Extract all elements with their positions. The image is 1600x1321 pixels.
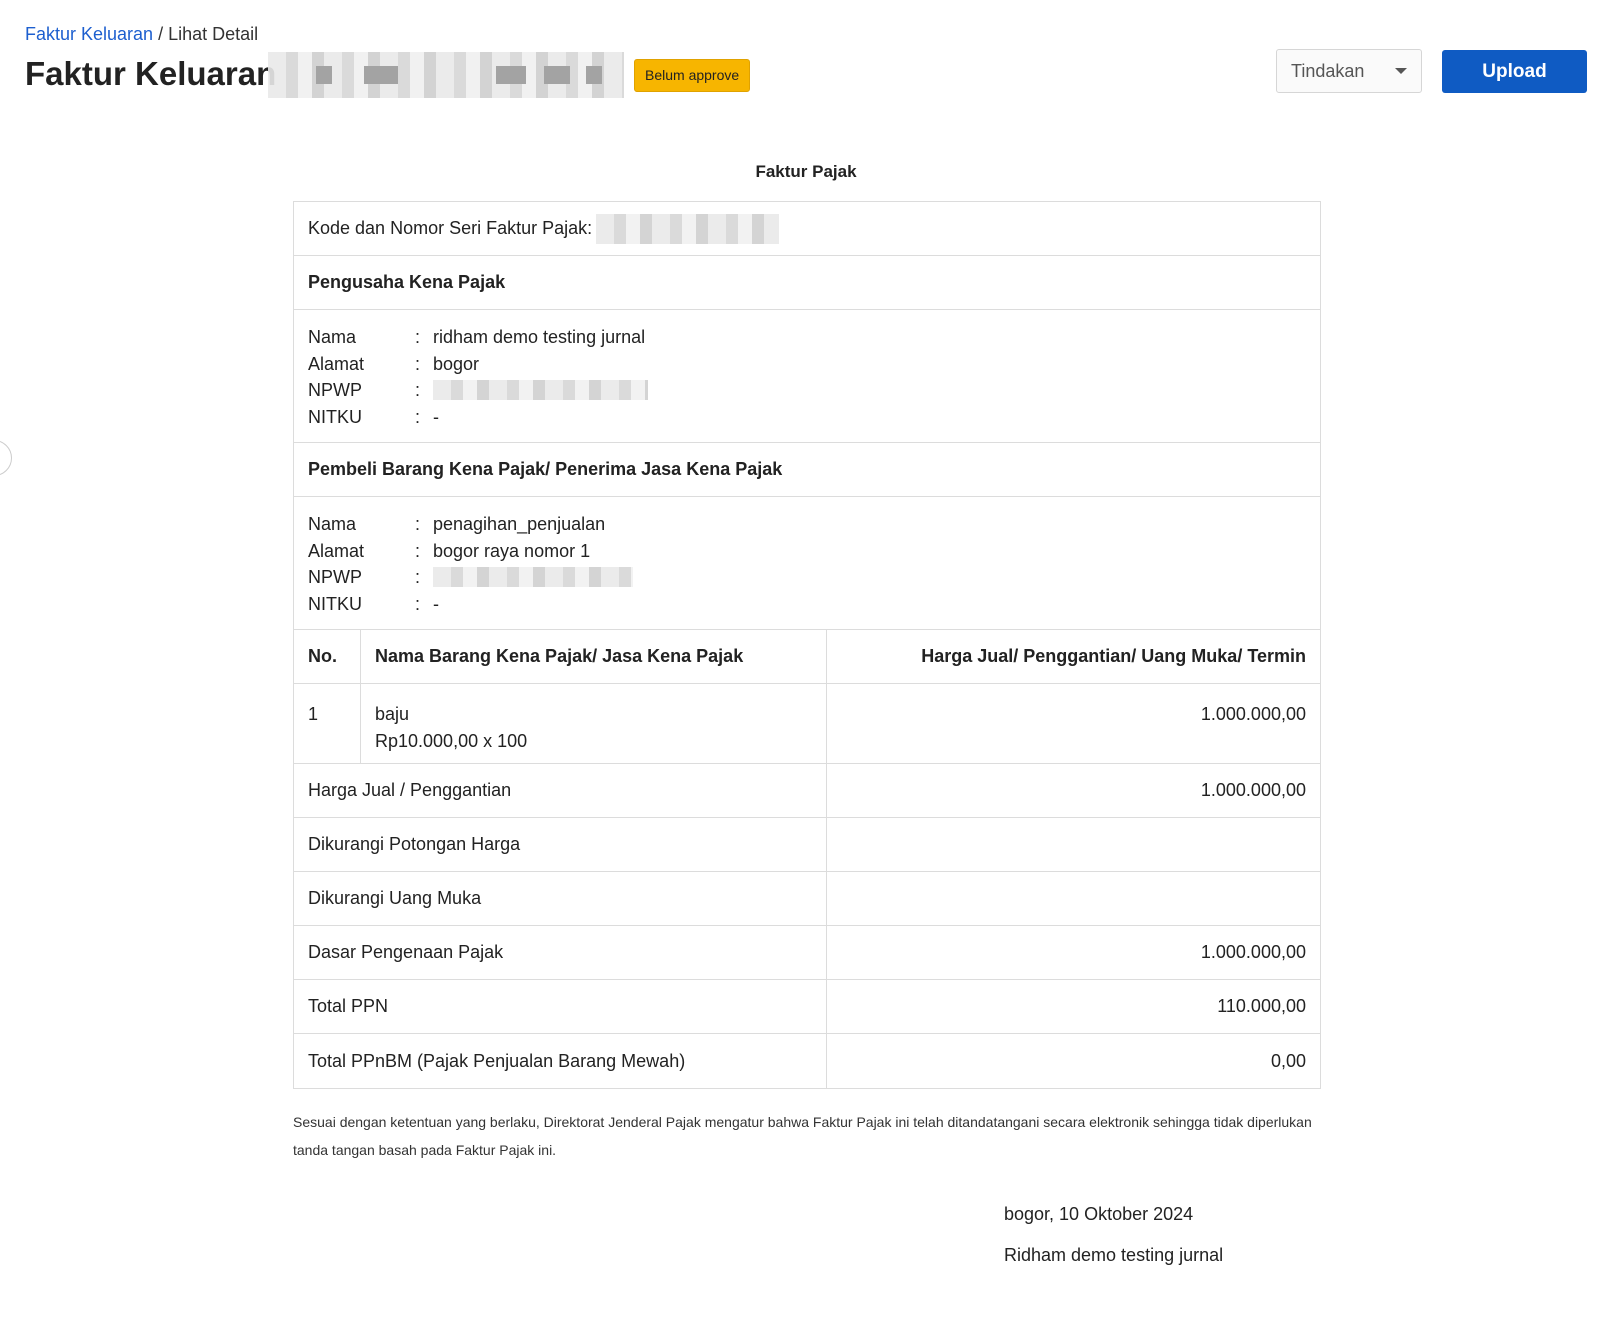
item-no: 1 xyxy=(294,684,361,764)
breadcrumb: Faktur Keluaran / Lihat Detail xyxy=(25,24,258,45)
status-badge: Belum approve xyxy=(634,59,751,92)
column-header-no: No. xyxy=(294,630,361,684)
field-label: Nama xyxy=(308,327,357,347)
summary-label: Dasar Pengenaan Pajak xyxy=(294,926,827,980)
field-label: Alamat xyxy=(308,540,365,561)
seller-npwp-line: NPWP: xyxy=(308,377,1306,404)
upload-button[interactable]: Upload xyxy=(1442,50,1587,93)
page-title: Faktur Keluaran xyxy=(25,55,277,92)
electronic-signature-note: Sesuai dengan ketentuan yang berlaku, Di… xyxy=(293,1114,1312,1158)
breadcrumb-current: Lihat Detail xyxy=(168,24,259,44)
seller-address: bogor xyxy=(433,353,480,374)
field-label: Alamat xyxy=(308,353,365,374)
buyer-details: Nama: penagihan_penjualan Alamat: bogor … xyxy=(294,497,1320,630)
invoice-code-label: Kode dan Nomor Seri Faktur Pajak: xyxy=(308,218,593,238)
signer-name: Ridham demo testing jurnal xyxy=(1004,1245,1224,1265)
seller-nitku: - xyxy=(433,406,439,427)
summary-value: 110.000,00 xyxy=(827,980,1320,1034)
breadcrumb-separator: / xyxy=(158,24,164,44)
summary-label: Dikurangi Potongan Harga xyxy=(294,818,827,872)
field-label: NPWP xyxy=(308,567,362,587)
redacted-buyer-npwp xyxy=(433,567,633,587)
seller-nitku-line: NITKU: - xyxy=(308,404,1306,431)
buyer-nitku-line: NITKU: - xyxy=(308,591,1306,618)
seller-name-line: Nama: ridham demo testing jurnal xyxy=(308,324,1306,351)
buyer-address: bogor raya nomor 1 xyxy=(433,540,591,561)
place-date: bogor, 10 Oktober 2024 xyxy=(1004,1204,1194,1224)
summary-value: 1.000.000,00 xyxy=(827,926,1320,980)
breadcrumb-link-faktur-keluaran[interactable]: Faktur Keluaran xyxy=(25,24,153,44)
buyer-nitku: - xyxy=(433,593,439,614)
summary-table: Harga Jual / Penggantian 1.000.000,00 Di… xyxy=(294,764,1320,1088)
item-detail: Rp10.000,00 x 100 xyxy=(375,730,528,751)
summary-value xyxy=(827,872,1320,926)
sidebar-toggle-handle[interactable] xyxy=(0,440,12,476)
item-amount: 1.000.000,00 xyxy=(827,684,1320,764)
redacted-invoice-number xyxy=(268,52,624,98)
buyer-heading: Pembeli Barang Kena Pajak/ Penerima Jasa… xyxy=(294,443,1320,497)
buyer-name-line: Nama: penagihan_penjualan xyxy=(308,511,1306,538)
tax-invoice-document: Kode dan Nomor Seri Faktur Pajak: Pengus… xyxy=(293,201,1321,1089)
actions-dropdown-label: Tindakan xyxy=(1291,60,1365,81)
item-description: baju Rp10.000,00 x 100 xyxy=(361,684,827,764)
actions-dropdown[interactable]: Tindakan xyxy=(1276,49,1422,93)
seller-details: Nama: ridham demo testing jurnal Alamat:… xyxy=(294,310,1320,443)
field-label: NPWP xyxy=(308,380,362,400)
column-header-item-name: Nama Barang Kena Pajak/ Jasa Kena Pajak xyxy=(361,630,827,684)
item-name: baju xyxy=(375,704,410,724)
field-label: NITKU xyxy=(308,593,362,614)
document-title: Faktur Pajak xyxy=(755,162,857,181)
column-header-price: Harga Jual/ Penggantian/ Uang Muka/ Term… xyxy=(827,630,1320,684)
summary-label: Total PPN xyxy=(294,980,827,1034)
buyer-name: penagihan_penjualan xyxy=(433,514,606,534)
field-label: NITKU xyxy=(308,406,362,427)
summary-label: Total PPnBM (Pajak Penjualan Barang Mewa… xyxy=(294,1034,827,1088)
items-table: No. Nama Barang Kena Pajak/ Jasa Kena Pa… xyxy=(294,630,1320,764)
summary-label: Harga Jual / Penggantian xyxy=(294,764,827,818)
summary-value: 0,00 xyxy=(1270,1050,1306,1071)
redacted-seller-npwp xyxy=(433,380,648,400)
summary-value: 1.000.000,00 xyxy=(827,764,1320,818)
caret-down-icon xyxy=(1395,68,1407,74)
buyer-npwp-line: NPWP: xyxy=(308,564,1306,591)
seller-name: ridham demo testing jurnal xyxy=(433,327,646,347)
buyer-address-line: Alamat: bogor raya nomor 1 xyxy=(308,538,1306,565)
seller-heading: Pengusaha Kena Pajak xyxy=(294,256,1320,310)
invoice-code-row: Kode dan Nomor Seri Faktur Pajak: xyxy=(294,202,1320,256)
summary-label: Dikurangi Uang Muka xyxy=(294,872,827,926)
field-label: Nama xyxy=(308,514,357,534)
summary-value xyxy=(827,818,1320,872)
seller-address-line: Alamat: bogor xyxy=(308,351,1306,378)
redacted-invoice-code xyxy=(596,213,780,244)
